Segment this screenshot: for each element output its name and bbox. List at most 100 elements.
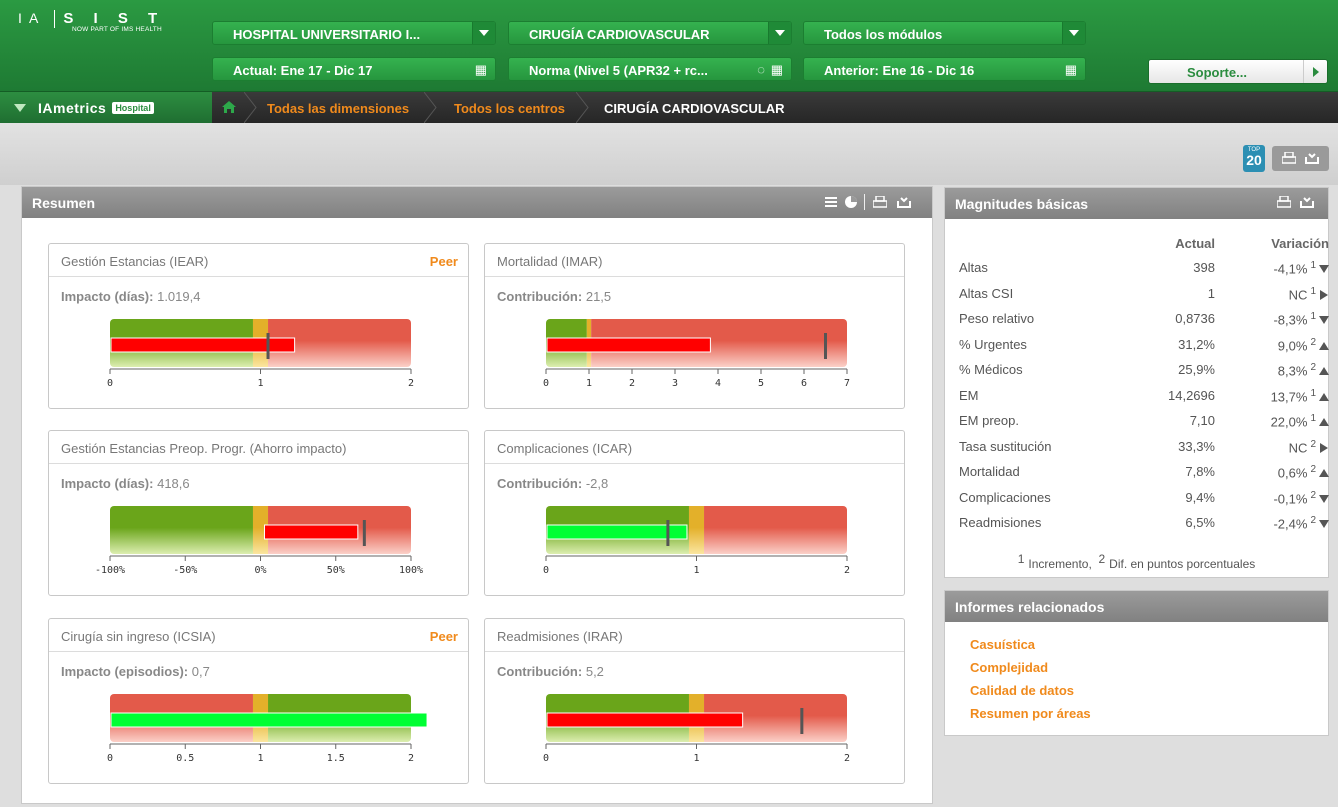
print-icon[interactable] [1282, 152, 1296, 164]
bullet-chart: 0 1 2 [543, 506, 850, 576]
chevron-down-icon[interactable] [14, 104, 26, 112]
metric-value: 0,7 [191, 664, 210, 679]
zone-yellow [688, 506, 705, 554]
bullet-chart: 0 1 2 [543, 694, 850, 764]
modules-select[interactable]: Todos los módulos [803, 21, 1086, 45]
arrow-down-icon [1319, 265, 1329, 274]
tick-label: 0.5 [176, 753, 194, 764]
download-icon[interactable] [897, 196, 911, 208]
metric-label: Contribución: [497, 664, 583, 679]
norm-select[interactable]: Norma (Nivel 5 (APR32 + rc... ◌ ▦ [508, 57, 792, 81]
app-menu[interactable]: IAmetrics Hospital [0, 92, 212, 123]
row-name: Altas CSI [959, 285, 1014, 301]
crumb-centers[interactable]: Todos los centros [454, 101, 565, 116]
top20-button[interactable]: TOP 20 [1243, 145, 1265, 172]
table-row: Tasa sustitución 33,3% NC 2 [955, 435, 1329, 461]
row-actual: 7,10 [1189, 413, 1215, 428]
iasist-logo: I A S I S T NOW PART OF IMS HEALTH [18, 10, 200, 70]
card-metric: Contribución: 21,5 [497, 289, 611, 304]
col-actual: Actual [1175, 236, 1215, 251]
card-title-text: Readmisiones (IRAR) [497, 629, 623, 644]
print-icon[interactable] [873, 196, 887, 208]
pie-chart-icon[interactable] [844, 195, 858, 209]
row-actual: 398 [1193, 260, 1215, 275]
card-title-text: Mortalidad (IMAR) [497, 254, 603, 269]
resumen-title: Resumen [32, 195, 96, 211]
arrow-up-icon [1319, 367, 1329, 376]
metric-value: -2,8 [585, 476, 609, 491]
value-bar [546, 524, 688, 540]
tick-label: 0 [543, 753, 549, 764]
calendar-icon[interactable]: ▦ [475, 62, 487, 78]
row-var-value: -4,1% [1273, 261, 1308, 277]
service-select[interactable]: CIRUGÍA CARDIOVASCULAR [508, 21, 792, 45]
previous-period-label: Anterior: Ene 16 - Dic 16 [824, 63, 975, 78]
chevron-down-icon[interactable] [768, 22, 791, 44]
metric-label: Contribución: [497, 476, 583, 491]
support-button[interactable]: Soporte... [1148, 59, 1328, 84]
tick-label: 2 [844, 565, 850, 576]
tick-label: 4 [715, 378, 721, 389]
row-var-value: 22,0% [1270, 414, 1308, 430]
card-title-text: Gestión Estancias Preop. Progr. (Ahorro … [61, 441, 347, 456]
tick-label: -50% [173, 565, 197, 576]
row-var-value: NC [1288, 286, 1308, 302]
row-actual: 33,3% [1178, 438, 1215, 454]
row-name: Mortalidad [959, 464, 1020, 479]
target-marker [800, 708, 804, 734]
row-variacion: 9,0% 2 [1217, 337, 1329, 353]
card-metric: Impacto (días): 418,6 [61, 476, 190, 491]
row-var-note: 2 [1310, 515, 1316, 526]
link-casuistica[interactable]: Casuística [970, 633, 1328, 656]
tick-label: 100% [399, 565, 423, 576]
link-calidad-datos[interactable]: Calidad de datos [970, 679, 1328, 702]
row-name: % Médicos [959, 362, 1023, 377]
tick-label: 50% [327, 565, 345, 576]
row-var-value: 0,6% [1277, 465, 1308, 481]
tick-label: 0 [543, 378, 549, 389]
metric-label: Impacto (episodios): [61, 664, 189, 679]
row-variacion: -2,4% 2 [1217, 515, 1329, 531]
current-period-select[interactable]: Actual: Ene 17 - Dic 17 ▦ [212, 57, 496, 81]
calendar-icon[interactable]: ▦ [1065, 62, 1077, 78]
previous-period-select[interactable]: Anterior: Ene 16 - Dic 16 ▦ [803, 57, 1086, 81]
card-icar: Complicaciones (ICAR) Contribución: -2,8 0… [484, 430, 905, 596]
metric-label: Impacto (días): [61, 289, 154, 304]
target-marker [666, 520, 670, 546]
download-icon[interactable] [1300, 196, 1314, 208]
table-row: % Médicos 25,9% 8,3% 2 [955, 358, 1329, 384]
legend-1: Incremento, [1028, 557, 1092, 571]
arrow-up-icon [1319, 469, 1329, 478]
crumb-dimensions[interactable]: Todas las dimensiones [267, 101, 409, 116]
row-name: % Urgentes [959, 336, 1027, 352]
crumb-current: CIRUGÍA CARDIOVASCULAR [604, 101, 785, 116]
row-name: EM [959, 387, 979, 403]
link-complejidad[interactable]: Complejidad [970, 656, 1328, 679]
print-icon[interactable] [1277, 196, 1291, 208]
logo-tagline: NOW PART OF IMS HEALTH [72, 26, 162, 34]
hospital-badge: Hospital [112, 102, 154, 114]
link-resumen-areas[interactable]: Resumen por áreas [970, 702, 1328, 725]
home-icon[interactable] [222, 101, 236, 113]
chevron-down-icon[interactable] [1062, 22, 1085, 44]
card-title: Mortalidad (IMAR) [485, 244, 904, 277]
list-icon[interactable] [825, 196, 837, 208]
download-icon[interactable] [1305, 152, 1319, 164]
calendar-icon[interactable]: ▦ [771, 62, 783, 78]
peer-link[interactable]: Peer [430, 629, 458, 644]
row-variacion: NC 1 [1217, 286, 1329, 302]
tick-label: -100% [95, 565, 125, 576]
table-row: Peso relativo 0,8736 -8,3% 1 [955, 307, 1329, 333]
hospital-select[interactable]: HOSPITAL UNIVERSITARIO I... [212, 21, 496, 45]
table-row: Mortalidad 7,8% 0,6% 2 [955, 460, 1329, 486]
card-preop: Gestión Estancias Preop. Progr. (Ahorro … [48, 430, 469, 596]
peer-link[interactable]: Peer [430, 254, 458, 269]
bullet-chart: 0 1 2 [107, 319, 414, 389]
row-var-note: 2 [1310, 438, 1316, 450]
chevron-down-icon[interactable] [472, 22, 495, 44]
export-toolbar [1272, 146, 1329, 171]
informes-panel: Informes relacionados Casuística Complej… [944, 590, 1329, 736]
row-name: Tasa sustitución [959, 438, 1052, 454]
arrow-down-icon [1319, 316, 1329, 325]
refresh-icon[interactable]: ◌ [757, 62, 765, 77]
